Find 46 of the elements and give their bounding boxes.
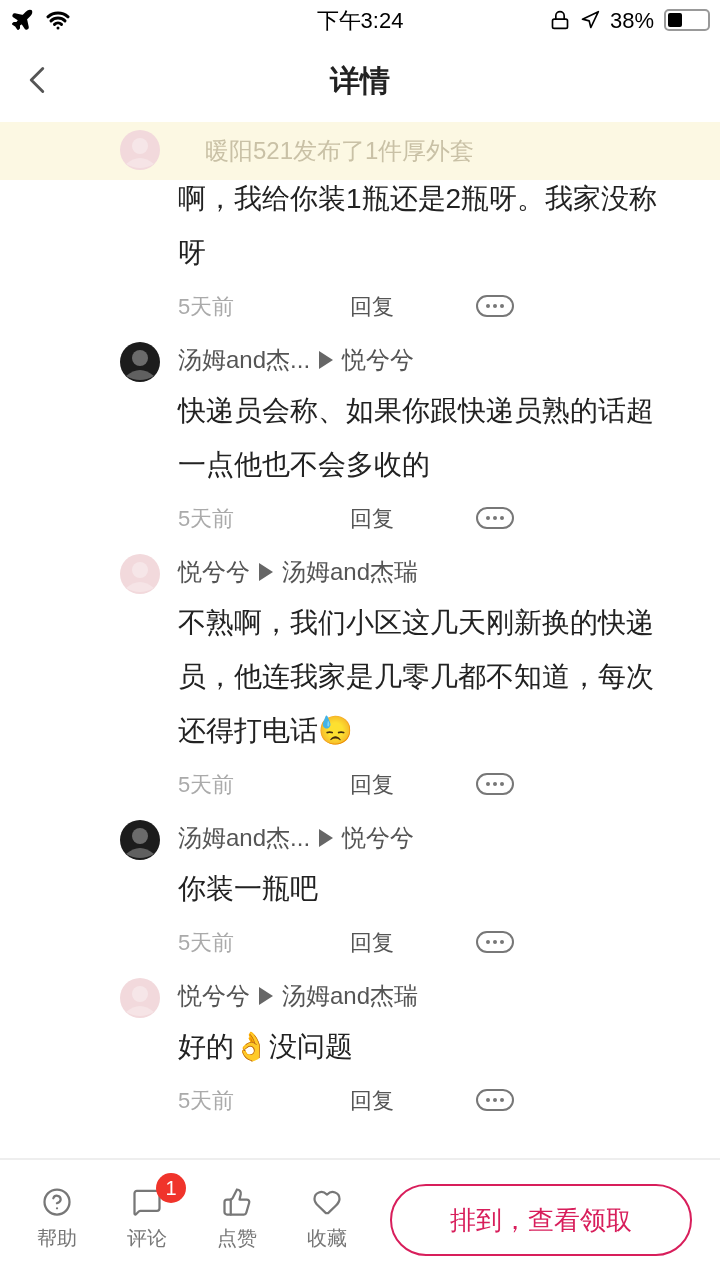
help-icon: [42, 1187, 72, 1217]
time-text: 5天前: [178, 770, 236, 799]
battery-text: 38%: [609, 6, 654, 35]
more-button[interactable]: [476, 931, 514, 953]
triangle-icon: [258, 986, 274, 1006]
toolbar-button[interactable]: 点赞: [192, 1187, 282, 1253]
status-time: 下午3:24: [315, 6, 405, 35]
page-title: 详情: [330, 62, 390, 99]
more-button[interactable]: [476, 773, 514, 795]
more-button[interactable]: [476, 507, 514, 529]
toolbar-button[interactable]: 帮助: [12, 1187, 102, 1253]
reply-button[interactable]: 回复: [350, 767, 476, 801]
battery-icon: [664, 9, 710, 31]
reply-to-name[interactable]: 汤姆and杰瑞: [282, 978, 419, 1014]
triangle-icon: [258, 562, 274, 582]
comment-text: 好的👌没问题: [178, 1030, 354, 1064]
time-text: 5天前: [178, 292, 236, 321]
thumbs-up-icon: [222, 1187, 252, 1217]
reply-to-name[interactable]: 汤姆and杰瑞: [282, 554, 419, 590]
speech-bubble-icon: [132, 1187, 162, 1217]
triangle-icon: [318, 350, 335, 370]
reply-button[interactable]: 回复: [350, 501, 476, 535]
time-text: 5天前: [178, 1086, 236, 1115]
claim-button[interactable]: 排到，查看领取: [390, 1184, 692, 1256]
comment-text: 啊，我给你装1瓶还是2瓶呀。我家没称呀: [178, 182, 659, 270]
more-button[interactable]: [476, 295, 514, 317]
time-text: 5天前: [178, 928, 236, 957]
reply-button[interactable]: 回复: [350, 289, 476, 323]
count-badge: 1: [156, 1173, 186, 1203]
author-name[interactable]: 悦兮兮: [178, 554, 250, 590]
time-text: 5天前: [178, 504, 236, 533]
author-name[interactable]: 悦兮兮: [178, 978, 250, 1014]
triangle-icon: [318, 828, 335, 848]
comment-text: 你装一瓶吧: [178, 872, 319, 906]
more-button[interactable]: [476, 1089, 514, 1111]
author-name[interactable]: 汤姆and杰...: [178, 342, 311, 378]
reply-button[interactable]: 回复: [350, 925, 476, 959]
comment-text: 不熟啊，我们小区这几天刚新换的快递员，他连我家是几零几都不知道，每次还得打电话😓: [178, 606, 655, 748]
airplane-icon: [10, 8, 34, 32]
reply-to-name[interactable]: 悦兮兮: [342, 342, 415, 378]
author-name[interactable]: 汤姆and杰...: [178, 820, 311, 856]
comment-text: 快递员会称、如果你跟快递员熟的话超一点他也不会多收的: [178, 394, 655, 482]
location-icon: [579, 10, 600, 30]
toolbar-button[interactable]: 收藏: [282, 1187, 372, 1253]
reply-button[interactable]: 回复: [350, 1083, 476, 1117]
reply-to-name[interactable]: 悦兮兮: [342, 820, 415, 856]
